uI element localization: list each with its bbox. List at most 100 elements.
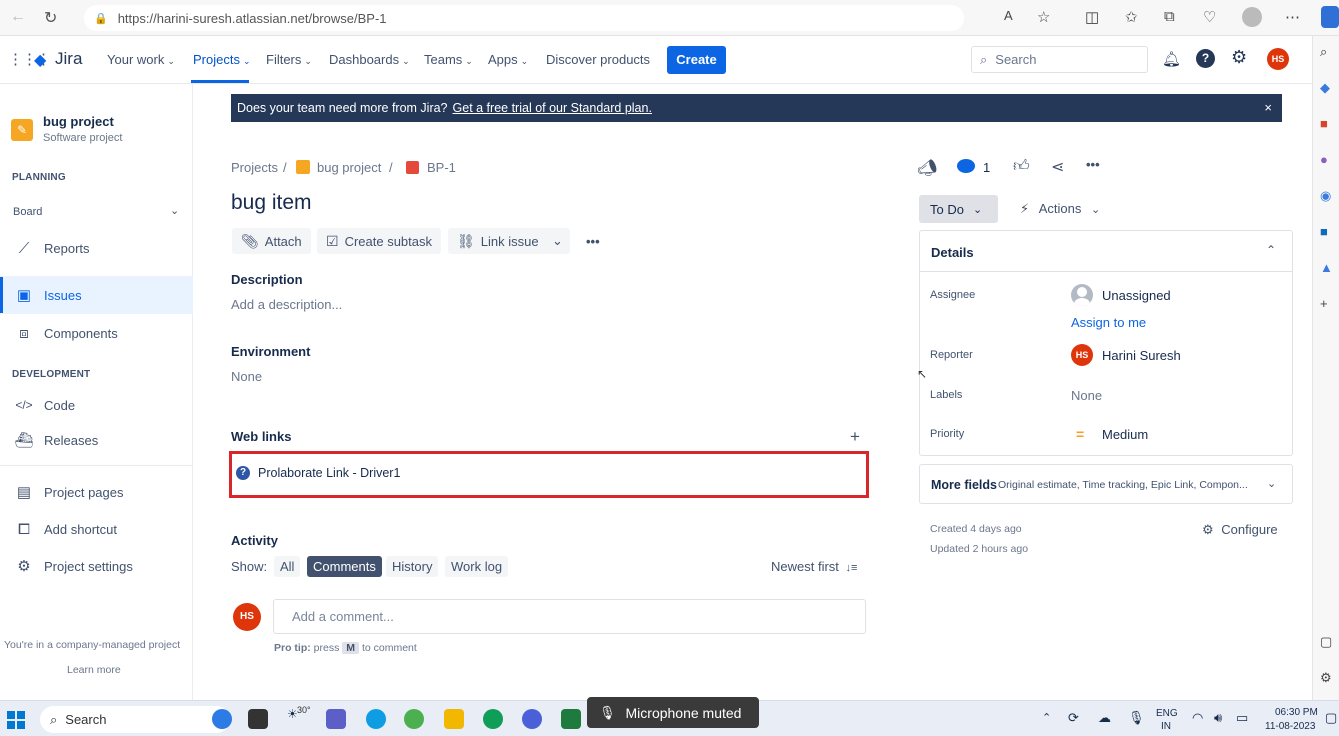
edge-icon[interactable]	[483, 709, 503, 729]
breadcrumb-issue-key[interactable]: BP-1	[427, 160, 456, 175]
status-dropdown[interactable]: To Do ⌄	[919, 195, 998, 223]
tools-icon[interactable]: ■	[1320, 116, 1328, 131]
app-icon[interactable]	[522, 709, 542, 729]
split-screen-icon[interactable]: ◫	[1085, 8, 1099, 26]
sidebar-item-project-pages[interactable]: ▤ Project pages	[0, 473, 193, 511]
address-bar[interactable]: 🔒 https://harini-suresh.atlassian.net/br…	[84, 5, 964, 31]
office-icon[interactable]: ◉	[1320, 188, 1331, 204]
banner-trial-link[interactable]: Get a free trial of our Standard plan.	[453, 101, 652, 115]
weblink-item[interactable]: ? Prolaborate Link - Driver1	[236, 466, 400, 480]
microphone-icon[interactable]: 🎙︎	[1128, 710, 1145, 726]
help-icon[interactable]: ?	[1196, 49, 1215, 68]
copilot-icon[interactable]	[1321, 6, 1339, 28]
browser-essentials-icon[interactable]: ♡	[1203, 8, 1216, 26]
nav-projects[interactable]: Projects ⌄	[193, 52, 251, 67]
language-in[interactable]: IN	[1161, 721, 1171, 732]
outlook-icon[interactable]: ■	[1320, 224, 1328, 239]
sidebar-item-add-shortcut[interactable]: ⧠ Add shortcut	[0, 510, 193, 548]
vote-thumbs-up-icon[interactable]: 👍︎	[1013, 157, 1030, 176]
wifi-icon[interactable]: ◠	[1192, 710, 1203, 726]
link-dropdown-button[interactable]: ⌄	[545, 228, 570, 254]
notification-center-icon[interactable]: ▢	[1325, 710, 1337, 726]
configure-button[interactable]: ⚙ Configure	[1202, 522, 1278, 538]
games-icon[interactable]: ●	[1320, 152, 1328, 167]
jira-logo-icon[interactable]: ◆	[34, 50, 46, 70]
assignee-value[interactable]: Unassigned	[1102, 288, 1171, 303]
more-fields-section[interactable]: More fields Original estimate, Time trac…	[919, 464, 1293, 504]
chevron-down-icon[interactable]: ⌄	[170, 204, 179, 217]
create-subtask-button[interactable]: ☑ Create subtask	[317, 228, 441, 254]
breadcrumb-project[interactable]: bug project	[317, 160, 381, 175]
teams-icon[interactable]	[326, 709, 346, 729]
sidebar-item-releases[interactable]: ⛴ Releases	[0, 421, 193, 459]
project-name[interactable]: bug project	[43, 114, 114, 129]
sidebar-item-components[interactable]: ⧈ Components	[0, 314, 193, 352]
profile-icon[interactable]	[1242, 7, 1262, 27]
favorite-star-icon[interactable]: ☆	[1037, 8, 1050, 26]
settings-icon[interactable]: ⚙	[1320, 670, 1332, 686]
share-icon[interactable]: ⋖	[1051, 157, 1064, 177]
back-arrow-icon[interactable]: ←	[10, 8, 26, 26]
nav-teams[interactable]: Teams ⌄	[424, 52, 473, 67]
battery-icon[interactable]: ▭	[1236, 710, 1248, 726]
shopping-icon[interactable]: ◆	[1320, 80, 1330, 96]
task-view-icon[interactable]	[248, 709, 268, 729]
filter-work-log[interactable]: Work log	[445, 556, 509, 577]
board-selector[interactable]: Board	[13, 206, 42, 218]
sidebar-item-code[interactable]: </> Code	[0, 386, 193, 424]
chrome-icon[interactable]	[404, 709, 424, 729]
comment-input[interactable]: Add a comment...	[273, 599, 866, 634]
skype-icon[interactable]	[366, 709, 386, 729]
filter-all[interactable]: All	[274, 556, 301, 577]
details-header[interactable]: Details ⌃	[920, 231, 1292, 272]
nav-apps[interactable]: Apps ⌄	[488, 52, 528, 67]
add-weblink-icon[interactable]: +	[850, 427, 860, 447]
watch-eye-icon[interactable]	[957, 159, 975, 173]
nav-discover-products[interactable]: Discover products	[546, 52, 650, 67]
breadcrumb-projects[interactable]: Projects	[231, 160, 278, 175]
sidebar-toggle-icon[interactable]: ▢	[1320, 634, 1332, 650]
close-icon[interactable]: ×	[1264, 100, 1272, 115]
environment-value[interactable]: None	[231, 369, 262, 384]
reload-icon[interactable]: ↻	[44, 8, 57, 28]
read-aloud-icon[interactable]: A	[1004, 8, 1013, 23]
notifications-icon[interactable]: 🔔︎	[1162, 50, 1181, 68]
windows-start-icon[interactable]	[7, 711, 25, 729]
labels-value[interactable]: None	[1071, 388, 1102, 403]
description-field[interactable]: Add a description...	[231, 297, 342, 312]
language-eng[interactable]: ENG	[1156, 708, 1178, 719]
taskbar-search[interactable]: ⌕ Search	[40, 706, 230, 733]
more-menu-icon[interactable]: ⋯	[1285, 8, 1300, 26]
drop-icon[interactable]: ▲	[1320, 260, 1333, 275]
clock-time[interactable]: 06:30 PM	[1275, 707, 1318, 718]
file-explorer-icon[interactable]	[444, 709, 464, 729]
attach-button[interactable]: 📎︎ Attach	[232, 228, 311, 254]
collections-icon[interactable]: ⧉	[1164, 8, 1175, 25]
sort-order-button[interactable]: Newest first ↓≡	[771, 559, 857, 574]
create-button[interactable]: Create	[667, 46, 726, 74]
sync-icon[interactable]: ⟳	[1068, 710, 1079, 726]
nav-dashboards[interactable]: Dashboards ⌄	[329, 52, 410, 67]
priority-value[interactable]: Medium	[1102, 427, 1148, 442]
jira-logo-text[interactable]: Jira	[55, 49, 82, 69]
favorites-icon[interactable]: ✩	[1125, 8, 1138, 26]
filter-comments[interactable]: Comments	[307, 556, 382, 577]
search-icon[interactable]: ⌕	[1320, 44, 1327, 60]
chevron-up-icon[interactable]: ⌃	[1042, 711, 1051, 724]
assign-to-me-link[interactable]: Assign to me	[1071, 315, 1146, 330]
settings-gear-icon[interactable]: ⚙	[1231, 47, 1247, 68]
reporter-value[interactable]: Harini Suresh	[1102, 348, 1181, 363]
nav-your-work[interactable]: Your work ⌄	[107, 52, 175, 67]
excel-icon[interactable]	[561, 709, 581, 729]
clock-date[interactable]: 11-08-2023	[1265, 721, 1315, 732]
search-input[interactable]: ⌕ Search	[971, 46, 1148, 73]
volume-icon[interactable]: 🔊︎	[1214, 710, 1222, 726]
feedback-megaphone-icon[interactable]: 📣︎	[917, 158, 937, 178]
add-icon[interactable]: +	[1320, 296, 1328, 311]
sidebar-item-project-settings[interactable]: ⚙ Project settings	[0, 547, 193, 585]
link-issue-button[interactable]: ⛓ Link issue	[448, 228, 548, 254]
sidebar-item-issues[interactable]: ▣ Issues	[0, 276, 193, 314]
actions-button[interactable]: ⚡︎ Actions ⌄	[1020, 201, 1100, 217]
sidebar-item-reports[interactable]: ⟋ Reports	[0, 229, 193, 267]
filter-history[interactable]: History	[386, 556, 439, 577]
